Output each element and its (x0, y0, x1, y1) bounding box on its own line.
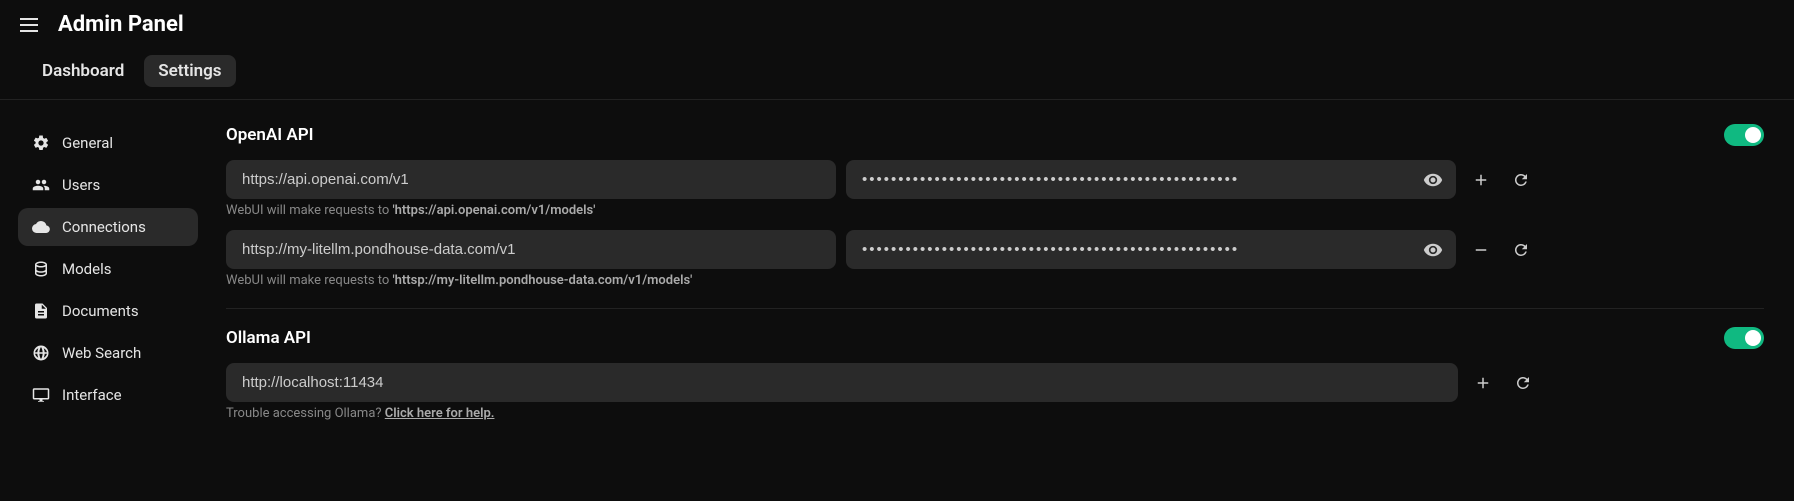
openai-hint: WebUI will make requests to 'https://api… (226, 203, 1764, 218)
refresh-button[interactable] (1508, 368, 1538, 398)
sidebar-item-models[interactable]: Models (18, 250, 198, 288)
openai-key-input[interactable] (846, 160, 1456, 199)
sidebar-item-label: Web Search (62, 344, 141, 362)
openai-url-input[interactable] (226, 230, 836, 269)
sidebar: General Users Connections Models Documen (0, 100, 210, 453)
openai-endpoint-row (226, 160, 1764, 199)
openai-endpoint-row (226, 230, 1764, 269)
sidebar-item-documents[interactable]: Documents (18, 292, 198, 330)
sidebar-item-users[interactable]: Users (18, 166, 198, 204)
document-icon (32, 302, 50, 320)
sidebar-item-interface[interactable]: Interface (18, 376, 198, 414)
monitor-icon (32, 386, 50, 404)
openai-hint: WebUI will make requests to 'httsp://my-… (226, 273, 1764, 288)
page-title: Admin Panel (58, 12, 184, 37)
tab-settings[interactable]: Settings (144, 55, 235, 87)
sidebar-item-label: Models (62, 260, 111, 278)
remove-endpoint-button[interactable] (1466, 235, 1496, 265)
ollama-toggle[interactable] (1724, 327, 1764, 349)
ollama-hint: Trouble accessing Ollama? Click here for… (226, 406, 1764, 421)
menu-icon[interactable] (20, 15, 40, 35)
tab-bar: Dashboard Settings (0, 37, 1794, 99)
openai-url-input[interactable] (226, 160, 836, 199)
openai-key-input[interactable] (846, 230, 1456, 269)
eye-icon[interactable] (1422, 239, 1444, 261)
refresh-button[interactable] (1506, 235, 1536, 265)
cloud-icon (32, 218, 50, 236)
sidebar-item-label: Connections (62, 218, 146, 236)
sidebar-item-connections[interactable]: Connections (18, 208, 198, 246)
users-icon (32, 176, 50, 194)
add-endpoint-button[interactable] (1466, 165, 1496, 195)
globe-icon (32, 344, 50, 362)
ollama-endpoint-row (226, 363, 1764, 402)
sidebar-item-web-search[interactable]: Web Search (18, 334, 198, 372)
openai-toggle[interactable] (1724, 124, 1764, 146)
refresh-button[interactable] (1506, 165, 1536, 195)
eye-icon[interactable] (1422, 169, 1444, 191)
section-divider (226, 308, 1764, 309)
ollama-url-input[interactable] (226, 363, 1458, 402)
add-endpoint-button[interactable] (1468, 368, 1498, 398)
ollama-help-link[interactable]: Click here for help. (385, 406, 495, 421)
sidebar-item-label: General (62, 134, 113, 152)
sidebar-item-label: Users (62, 176, 100, 194)
section-title-ollama: Ollama API (226, 328, 311, 348)
section-ollama: Ollama API Trouble accessing Ollama? Cli… (226, 327, 1764, 421)
section-openai: OpenAI API WebUI (226, 124, 1764, 288)
tab-dashboard[interactable]: Dashboard (28, 55, 138, 87)
gear-icon (32, 134, 50, 152)
main-content: OpenAI API WebUI (210, 100, 1794, 453)
sidebar-item-label: Interface (62, 386, 122, 404)
sidebar-item-label: Documents (62, 302, 139, 320)
sidebar-item-general[interactable]: General (18, 124, 198, 162)
database-icon (32, 260, 50, 278)
section-title-openai: OpenAI API (226, 125, 314, 145)
